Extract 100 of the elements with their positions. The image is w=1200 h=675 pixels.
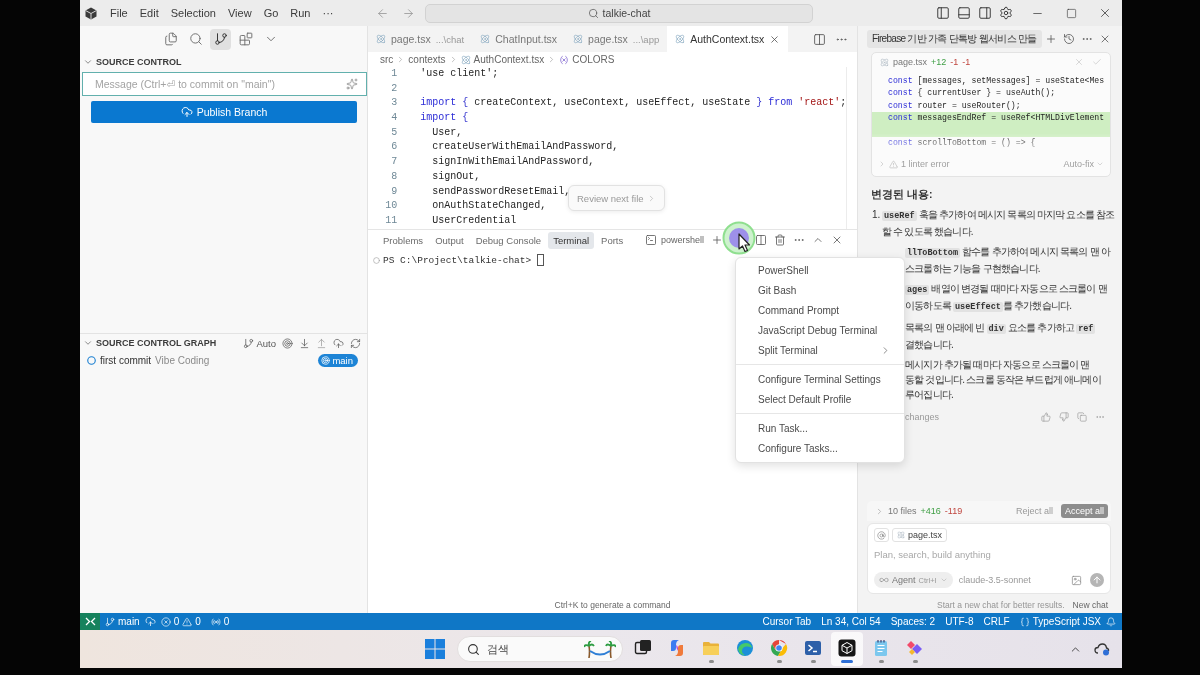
image-icon[interactable] [1071,574,1082,586]
panel-tab[interactable]: Terminal [548,231,595,249]
swirl-app-icon[interactable] [668,639,686,657]
search-icon[interactable] [467,642,480,656]
menu-item[interactable]: Split Terminal [736,340,904,360]
close-icon[interactable] [1099,33,1111,45]
panel-left-icon[interactable] [936,6,950,20]
command-center[interactable]: talkie-chat [425,3,813,23]
thumbs-up-icon[interactable] [1041,412,1051,423]
diff-file-name[interactable]: page.tsx [893,57,928,67]
cloud-badge-icon[interactable] [1094,642,1110,656]
panel-tab[interactable]: Ports [596,231,629,249]
status-item[interactable]: CRLF [978,616,1015,627]
remote-button[interactable] [80,613,100,630]
panel-tab[interactable]: Problems [378,231,429,249]
panel-tab[interactable]: Output [430,231,469,249]
copy-icon[interactable] [1077,412,1087,423]
browser-wave-icon[interactable] [736,639,754,657]
browser-ball-icon[interactable] [770,639,788,657]
diamonds-app-icon[interactable] [906,639,924,657]
menu-item[interactable]: Command Prompt [736,300,904,320]
branch-icon[interactable] [243,337,255,349]
thumbs-down-icon[interactable] [1059,412,1069,423]
language-status[interactable]: TypeScript JSX [1014,616,1106,627]
notepad-icon[interactable] [872,639,890,657]
bell-icon[interactable] [1106,616,1116,627]
problems-status[interactable]: 0 0 [155,616,206,627]
menu-item[interactable]: Run Task... [736,418,904,438]
menu-item[interactable]: Selection [164,5,222,21]
menu-item[interactable]: Configure Tasks... [736,438,904,458]
editor-tab[interactable]: page.tsx ...\app [565,26,668,52]
chevron-down-icon[interactable] [83,338,93,348]
plus-icon[interactable] [711,234,723,246]
menu-item[interactable]: Git Bash [736,280,904,300]
taskbar-button[interactable] [831,632,863,666]
atom-icon[interactable] [480,34,491,44]
forward-icon[interactable] [402,6,415,20]
terminal-app-icon[interactable] [804,639,822,657]
menu-item[interactable]: Go [257,5,285,21]
cloud-upload-icon[interactable] [144,616,156,627]
taskbar-search-field[interactable]: 검색 [457,636,623,662]
menu-item[interactable]: Run [284,5,317,21]
menu-item[interactable]: View [221,5,258,21]
status-item[interactable]: UTF-8 [940,616,979,627]
menu-item[interactable]: JavaScript Debug Terminal [736,320,904,340]
atom-icon[interactable] [675,34,686,44]
ports-status[interactable]: 0 [205,616,235,627]
panel-right-icon[interactable] [978,6,992,20]
new-chat-link[interactable]: New chat [1072,600,1108,610]
files-count[interactable]: 10 files [888,506,917,516]
editor-tab[interactable]: page.tsx ...\chat [368,26,473,52]
arrow-up-icon[interactable] [316,337,327,349]
menu-item[interactable]: Edit [133,5,165,21]
breadcrumb-item[interactable]: src [380,54,394,65]
breadcrumb-item[interactable]: COLORS [572,54,615,65]
close-icon[interactable] [769,33,781,45]
chevron-down-icon[interactable] [83,57,93,67]
publish-branch-button[interactable]: Publish Branch [91,101,357,123]
menu-item[interactable]: File [104,5,134,21]
atom-icon[interactable] [573,34,584,44]
back-icon[interactable] [376,6,389,20]
branch-filter[interactable]: Auto [243,337,276,349]
commit-message-field[interactable]: Message (Ctrl+⏎ to commit on "main") [82,72,367,96]
chat-tab[interactable]: Firebase 기반 가족 단톡방 웹서비스 만들 [867,30,1042,48]
arrow-down-icon[interactable] [299,337,310,349]
panel-tab[interactable]: Debug Console [470,231,547,249]
breadcrumb-item[interactable]: AuthContext.tsx [473,54,545,65]
cloud-upload-icon[interactable] [180,106,193,118]
status-item[interactable]: Spaces: 2 [885,616,941,627]
menu-item[interactable]: ··· [316,5,340,21]
menu-item[interactable]: Select Default Profile [736,389,904,409]
close-icon[interactable] [1098,6,1112,20]
task-view-icon[interactable] [634,639,652,657]
section-header[interactable]: SOURCE CONTROL [80,52,367,72]
atom-icon[interactable] [376,34,386,44]
status-item[interactable]: Cursor Tab [757,616,817,627]
plus-icon[interactable] [1045,33,1057,45]
status-item[interactable]: Ln 34, Col 54 [816,616,886,627]
accept-all-button[interactable]: Accept all [1060,504,1108,518]
split-editor-icon[interactable] [813,32,826,46]
check-icon[interactable] [1092,57,1102,67]
branch-status[interactable]: main [100,616,145,627]
menu-item[interactable]: Configure Terminal Settings [736,369,904,389]
sparkle-icon[interactable] [346,78,358,90]
context-file-tag[interactable]: page.tsx [892,528,948,542]
settings-icon[interactable] [999,6,1013,20]
close-icon[interactable] [831,234,843,246]
editor-tab[interactable]: AuthContext.tsx [667,26,789,52]
cloud-upload-icon[interactable] [333,337,344,349]
terminal-icon[interactable] [644,234,657,246]
trash-icon[interactable] [774,234,786,246]
cube-logo-icon[interactable] [85,6,97,20]
start-menu-icon[interactable] [425,639,445,659]
chat-input[interactable]: Plan, search, build anything [874,547,1104,561]
cube-app-icon[interactable] [838,639,856,657]
menu-item[interactable]: PowerShell [736,260,904,280]
target-icon[interactable] [282,337,293,349]
history-icon[interactable] [1063,33,1075,45]
refresh-icon[interactable] [350,337,361,349]
section-header[interactable]: SOURCE CONTROL GRAPH [80,333,217,353]
